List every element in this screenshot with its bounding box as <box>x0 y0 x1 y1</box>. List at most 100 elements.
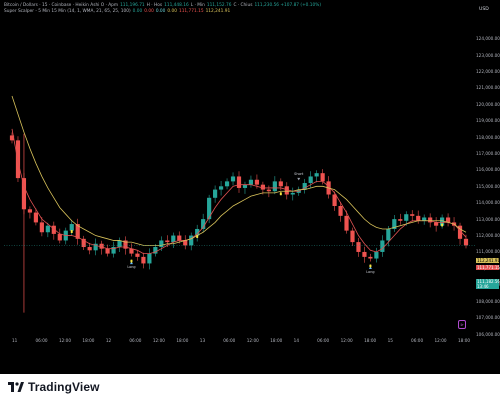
long-signal-label: Long <box>366 270 374 274</box>
candle-body <box>350 230 355 243</box>
y-tick-label: 115,000.00 <box>476 183 500 189</box>
candle-body <box>272 181 277 192</box>
x-tick-label: 11 <box>12 338 18 343</box>
x-tick-label: 15 <box>387 338 393 343</box>
x-tick-label: 12:00 <box>152 338 165 343</box>
legend-value: 0.00 <box>155 9 166 14</box>
candle-body <box>428 217 433 223</box>
x-tick-label: 06:00 <box>317 338 330 343</box>
tradingview-logo[interactable]: TradingView <box>8 380 100 394</box>
candle-body <box>368 256 373 259</box>
candle-body <box>362 251 367 257</box>
legend-value: 112,241.91 <box>205 9 231 14</box>
legend-value: 0.00 <box>132 9 143 14</box>
candle-body <box>422 217 427 221</box>
x-tick-label: 18:00 <box>270 338 283 343</box>
price-chart[interactable]: Short Long Long <box>0 0 500 374</box>
candle-body <box>207 197 212 220</box>
candle-body <box>159 240 164 248</box>
candle-body <box>266 189 271 192</box>
y-tick-label: 122,000.00 <box>476 68 500 74</box>
candle-body <box>254 179 260 185</box>
candle-body <box>105 248 110 254</box>
x-tick-label: 12:00 <box>340 338 353 343</box>
candle-body <box>416 215 421 221</box>
y-tick-label: 107,000.00 <box>476 315 500 321</box>
candle-body <box>39 222 44 233</box>
candle-body <box>117 240 122 248</box>
candle-body <box>463 238 469 246</box>
footer: TradingView <box>0 374 500 400</box>
y-tick-label: 123,000.00 <box>476 52 500 58</box>
tradingview-wordmark: TradingView <box>28 380 100 394</box>
candle-body <box>69 224 74 231</box>
long-signal-label: Long <box>127 265 135 269</box>
y-tick-label: 119,000.00 <box>476 118 500 124</box>
candle-body <box>338 206 343 216</box>
short-signal: Short <box>294 172 304 181</box>
x-tick-label: 12:00 <box>58 338 72 343</box>
candle-body <box>224 181 230 187</box>
candle-body <box>404 214 409 221</box>
candle-body <box>398 219 403 221</box>
candle-body <box>434 222 439 226</box>
chart-window: Short Long Long Bitcoin / Dollars · 15 · C… <box>0 0 500 400</box>
long-signal: Long <box>366 266 375 274</box>
candle-body <box>356 242 361 252</box>
candle-body <box>410 214 415 216</box>
candle-body <box>380 240 385 252</box>
candle-body <box>320 173 325 182</box>
entry-marker <box>441 223 444 227</box>
candle-body <box>332 194 337 206</box>
candle-body <box>171 235 176 243</box>
candle-body <box>344 215 349 231</box>
y-tick-label: 121,000.00 <box>476 85 500 91</box>
entry-marker <box>279 192 282 196</box>
candle-body <box>230 176 236 182</box>
legend-value: 111,771.15 <box>178 9 204 14</box>
candle-body <box>236 176 242 188</box>
y-tick-label: 114,000.00 <box>476 200 500 206</box>
chart-area[interactable]: Short Long Long Bitcoin / Dollars · 15 · C… <box>0 0 500 374</box>
currency-label: USD <box>479 7 489 12</box>
candle-body <box>165 240 170 243</box>
x-tick-label: 18:00 <box>364 338 377 343</box>
y-tick-label: 113,000.00 <box>476 216 500 222</box>
chart-legend: Bitcoin / Dollars · 15 · Coinbase · Heik… <box>4 3 321 15</box>
candle-body <box>242 184 248 188</box>
entry-marker <box>70 230 73 234</box>
y-tick-label: 111,000.00 <box>476 249 500 255</box>
ma-yellow-line <box>11 95 467 246</box>
ma-red-price-tag: 111,771.15 <box>476 265 500 270</box>
y-tick-label: 108,000.00 <box>476 298 500 304</box>
candle-body <box>177 235 182 241</box>
legend-value: 0.00 <box>167 9 177 14</box>
x-tick-label: 14 <box>293 338 300 343</box>
candle-body <box>314 173 319 177</box>
candle-body <box>284 186 289 195</box>
candle-body <box>87 247 92 251</box>
legend-value: Super Scalper - 5 Min 15 Min (14, 1, WMA… <box>4 9 131 14</box>
x-tick-label: 13 <box>199 338 206 343</box>
replay-button[interactable]: ⊳ <box>458 320 466 329</box>
y-tick-label: 124,000.00 <box>476 36 500 42</box>
candle-body <box>27 209 33 213</box>
x-tick-label: 06:00 <box>129 338 142 343</box>
candle-body <box>213 189 218 198</box>
y-tick-label: 120,000.00 <box>476 101 500 107</box>
x-tick-label: 18:00 <box>458 338 471 343</box>
x-tick-label: 18:00 <box>82 338 95 343</box>
y-tick-label: 106,000.00 <box>476 331 500 337</box>
candle-body <box>260 184 265 190</box>
x-tick-label: 18:00 <box>176 338 189 343</box>
bar-countdown-tag: 13:46 <box>476 284 499 289</box>
candle-body <box>15 140 21 179</box>
legend-value: C · Chius <box>233 3 253 8</box>
candle-body <box>374 251 379 259</box>
candle-body <box>218 186 224 190</box>
entry-marker <box>196 234 199 238</box>
x-tick-label: 06:00 <box>411 338 424 343</box>
legend-value: 0.00 <box>144 9 154 14</box>
y-tick-label: 112,000.00 <box>476 233 500 239</box>
candle-body <box>135 253 140 257</box>
